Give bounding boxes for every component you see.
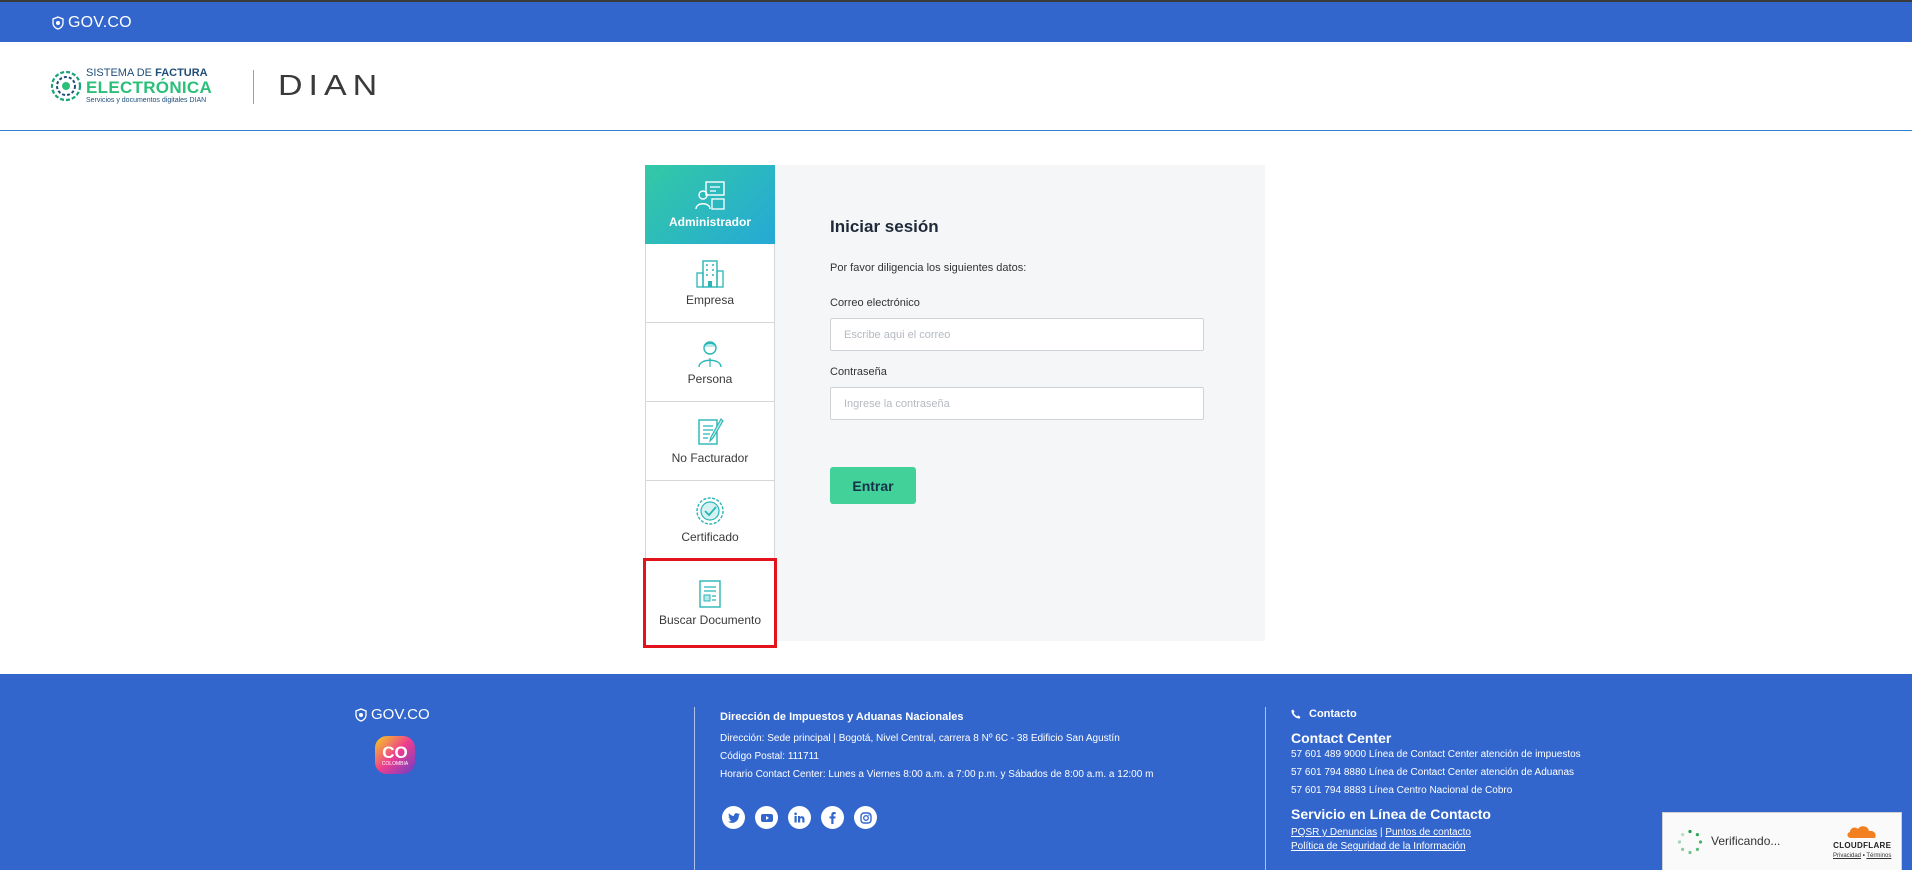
tab-empresa[interactable]: Empresa	[645, 244, 775, 323]
password-label: Contraseña	[830, 366, 887, 378]
logo-text: SISTEMA DE FACTURA ELECTRÓNICA Servicios…	[86, 68, 213, 105]
footer-org-info: Dirección de Impuestos y Aduanas Naciona…	[720, 708, 1153, 784]
building-icon	[696, 260, 724, 288]
tab-label: Persona	[687, 372, 733, 386]
org-hours: Horario Contact Center: Lunes a Viernes …	[720, 769, 1154, 780]
privacy-link[interactable]: Privacidad	[1833, 853, 1861, 859]
tab-buscar-documento[interactable]: Buscar Documento	[643, 558, 777, 648]
tab-persona[interactable]: Persona	[645, 323, 775, 402]
dian-logo[interactable]: DIAN	[278, 71, 383, 100]
document-search-icon	[699, 579, 721, 608]
gov-co-link[interactable]: GOV.CO	[52, 14, 132, 32]
login-panel: Iniciar sesión Por favor diligencia los …	[775, 165, 1265, 641]
footer-links-row: PQSR y Denuncias | Puntos de contacto	[1291, 826, 1581, 840]
login-subtitle: Por favor diligencia los siguientes dato…	[830, 262, 1027, 274]
email-field[interactable]	[830, 318, 1204, 351]
co-logo-sub: COLOMBIA	[381, 760, 409, 767]
instagram-icon[interactable]	[854, 806, 877, 829]
login-title: Iniciar sesión	[830, 217, 939, 236]
co-logo-text: CO	[382, 742, 408, 762]
shield-icon	[355, 707, 367, 722]
factura-electronica-logo[interactable]: SISTEMA DE FACTURA ELECTRÓNICA Servicios…	[50, 68, 212, 104]
footer-gov-label: GOV.CO	[371, 706, 430, 723]
site-header: SISTEMA DE FACTURA ELECTRÓNICA Servicios…	[0, 43, 1912, 131]
tab-label: Buscar Documento	[658, 612, 762, 627]
person-icon	[698, 341, 722, 368]
cloudflare-brand: CLOUDFLARE Privacidad • Términos	[1833, 825, 1891, 859]
phone-line: 57 601 794 8883 Línea Centro Nacional de…	[1291, 785, 1513, 796]
tab-certificado[interactable]: Certificado	[645, 481, 775, 560]
shield-icon	[52, 16, 64, 30]
phone-line: 57 601 794 8880 Línea de Contact Center …	[1291, 767, 1575, 778]
pqsr-link[interactable]: PQSR y Denuncias	[1291, 827, 1377, 838]
youtube-icon[interactable]	[755, 806, 778, 829]
org-title: Dirección de Impuestos y Aduanas Naciona…	[720, 711, 964, 723]
org-postal: Código Postal: 111711	[720, 751, 819, 762]
cloudflare-links: Privacidad • Términos	[1833, 853, 1892, 859]
user-type-tabs: Administrador Empresa Persona No Factura…	[643, 165, 785, 648]
link-separator: |	[1379, 827, 1383, 838]
contact-center-title: Contact Center	[1291, 730, 1392, 746]
org-address: Dirección: Sede principal | Bogotá, Nive…	[720, 733, 1120, 744]
password-field[interactable]	[830, 387, 1204, 420]
tab-administrador[interactable]: Administrador	[645, 165, 785, 244]
globe-logo-icon	[50, 70, 82, 102]
twitter-icon[interactable]	[722, 806, 745, 829]
linkedin-icon[interactable]	[788, 806, 811, 829]
document-pen-icon	[698, 418, 724, 445]
colombia-co-logo[interactable]: CO COLOMBIA	[375, 736, 415, 774]
phone-icon	[1291, 709, 1301, 719]
certificate-icon	[696, 497, 724, 525]
social-links	[722, 806, 877, 829]
admin-icon	[695, 180, 725, 210]
phone-line: 57 601 489 9000 Línea de Contact Center …	[1291, 749, 1581, 760]
email-label: Correo electrónico	[830, 297, 920, 309]
verifying-status: Verificando...	[1711, 834, 1781, 848]
cloudflare-turnstile-widget[interactable]: Verificando... CLOUDFLARE Privacidad • T…	[1662, 812, 1902, 870]
tab-label: Administrador	[668, 214, 751, 229]
footer-divider	[1265, 707, 1266, 870]
footer-gov-co-link[interactable]: GOV.CO	[355, 706, 430, 723]
tab-label: Empresa	[685, 293, 735, 307]
gov-co-label: GOV.CO	[68, 14, 132, 31]
logo-line3: Servicios y documentos digitales DIAN	[86, 97, 207, 104]
politica-seguridad-link[interactable]: Política de Seguridad de la Información	[1291, 841, 1466, 852]
footer-contact: Contacto Contact Center 57 601 489 9000 …	[1291, 708, 1581, 854]
gov-topbar: GOV.CO	[0, 0, 1912, 42]
logo-line2: ELECTRÓNICA	[86, 78, 213, 97]
cloudflare-cloud-icon	[1847, 826, 1876, 838]
puntos-contacto-link[interactable]: Puntos de contacto	[1385, 827, 1471, 838]
online-service-title: Servicio en Línea de Contacto	[1291, 806, 1491, 822]
terms-link[interactable]: Términos	[1866, 853, 1891, 859]
footer-divider	[694, 707, 695, 870]
submit-button[interactable]: Entrar	[830, 467, 916, 504]
tab-label: No Facturador	[671, 451, 749, 465]
tab-no-facturador[interactable]: No Facturador	[645, 402, 775, 481]
cloudflare-name: CLOUDFLARE	[1833, 841, 1892, 850]
tab-label: Certificado	[681, 530, 739, 544]
facebook-icon[interactable]	[821, 806, 844, 829]
footer-links-row: Política de Seguridad de la Información	[1291, 840, 1581, 854]
logo-divider	[253, 70, 254, 104]
loading-spinner-icon	[1677, 829, 1703, 855]
contact-heading: Contacto	[1291, 708, 1581, 720]
site-footer: GOV.CO CO COLOMBIA Dirección de Impuesto…	[0, 674, 1912, 870]
page: GOV.CO SISTEMA DE FACTURA ELECTRÓNICA Se…	[0, 0, 1917, 870]
